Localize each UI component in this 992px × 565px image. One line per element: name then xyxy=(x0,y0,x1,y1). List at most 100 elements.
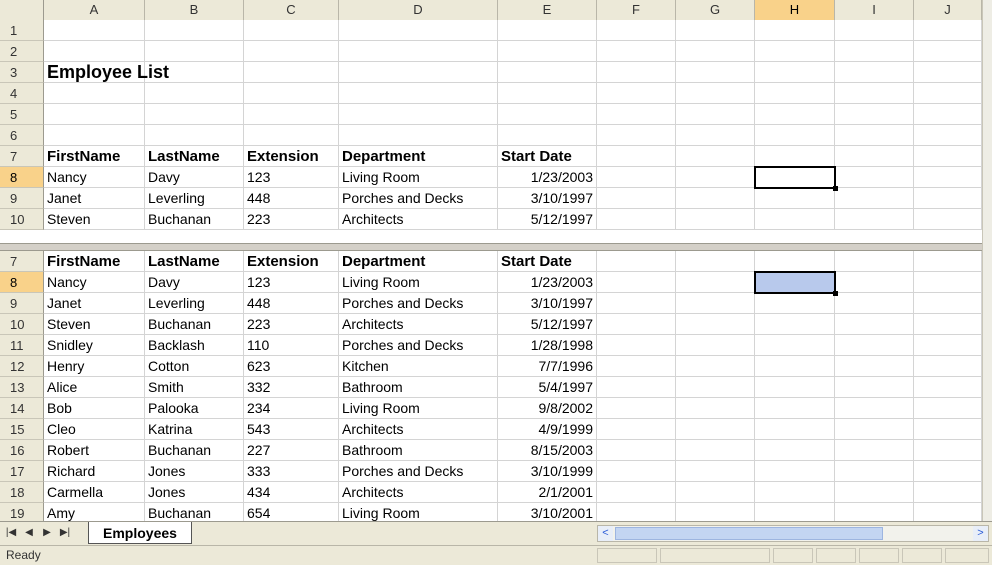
cell-i9[interactable] xyxy=(835,293,914,314)
cell-g5[interactable] xyxy=(676,104,755,125)
row-header[interactable]: 7 xyxy=(0,146,44,167)
column-header-i[interactable]: I xyxy=(835,0,914,20)
cell-c13[interactable]: 332 xyxy=(244,377,339,398)
cell-j9[interactable] xyxy=(914,293,982,314)
cell-g12[interactable] xyxy=(676,356,755,377)
cell-f5[interactable] xyxy=(597,104,676,125)
cell-j10[interactable] xyxy=(914,314,982,335)
cell-d10[interactable]: Architects xyxy=(339,314,498,335)
cell-i11[interactable] xyxy=(835,335,914,356)
cell-c11[interactable]: 110 xyxy=(244,335,339,356)
cell-d8[interactable]: Living Room xyxy=(339,272,498,293)
cell-i3[interactable] xyxy=(835,62,914,83)
cell-g4[interactable] xyxy=(676,83,755,104)
cell-j8[interactable] xyxy=(914,167,982,188)
cell-h6[interactable] xyxy=(755,125,835,146)
cell-j17[interactable] xyxy=(914,461,982,482)
cell-e9[interactable]: 3/10/1997 xyxy=(498,293,597,314)
cell-g16[interactable] xyxy=(676,440,755,461)
cell-d10[interactable]: Architects xyxy=(339,209,498,230)
cell-f10[interactable] xyxy=(597,314,676,335)
cell-e15[interactable]: 4/9/1999 xyxy=(498,419,597,440)
cell-j7[interactable] xyxy=(914,146,982,167)
cell-a10[interactable]: Steven xyxy=(44,209,145,230)
cell-b17[interactable]: Jones xyxy=(145,461,244,482)
cell-f9[interactable] xyxy=(597,188,676,209)
cell-h16[interactable] xyxy=(755,440,835,461)
row-header[interactable]: 2 xyxy=(0,41,44,62)
cell-g7[interactable] xyxy=(676,251,755,272)
cell-h17[interactable] xyxy=(755,461,835,482)
cell-d5[interactable] xyxy=(339,104,498,125)
cell-d16[interactable]: Bathroom xyxy=(339,440,498,461)
cell-g6[interactable] xyxy=(676,125,755,146)
cell-h13[interactable] xyxy=(755,377,835,398)
cell-e10[interactable]: 5/12/1997 xyxy=(498,314,597,335)
cell-c16[interactable]: 227 xyxy=(244,440,339,461)
cell-a1[interactable] xyxy=(44,20,145,41)
cell-i10[interactable] xyxy=(835,314,914,335)
cell-a3[interactable]: Employee List xyxy=(44,62,169,83)
cell-d2[interactable] xyxy=(339,41,498,62)
cell-f13[interactable] xyxy=(597,377,676,398)
cell-b18[interactable]: Jones xyxy=(145,482,244,503)
column-header-g[interactable]: G xyxy=(676,0,755,20)
cell-b9[interactable]: Leverling xyxy=(145,293,244,314)
cell-i12[interactable] xyxy=(835,356,914,377)
row-header[interactable]: 19 xyxy=(0,503,44,521)
column-header-c[interactable]: C xyxy=(244,0,339,20)
cell-i7[interactable] xyxy=(835,251,914,272)
cell-c9[interactable]: 448 xyxy=(244,188,339,209)
cell-j14[interactable] xyxy=(914,398,982,419)
cell-b10[interactable]: Buchanan xyxy=(145,314,244,335)
cell-h9[interactable] xyxy=(755,188,835,209)
cell-f10[interactable] xyxy=(597,209,676,230)
cell-h18[interactable] xyxy=(755,482,835,503)
cell-b14[interactable]: Palooka xyxy=(145,398,244,419)
cell-b11[interactable]: Backlash xyxy=(145,335,244,356)
cell-a5[interactable] xyxy=(44,104,145,125)
cell-g10[interactable] xyxy=(676,314,755,335)
cell-f11[interactable] xyxy=(597,335,676,356)
row-header[interactable]: 18 xyxy=(0,482,44,503)
cell-b4[interactable] xyxy=(145,83,244,104)
cell-d8[interactable]: Living Room xyxy=(339,167,498,188)
cell-f8[interactable] xyxy=(597,167,676,188)
cell-e17[interactable]: 3/10/1999 xyxy=(498,461,597,482)
cell-j6[interactable] xyxy=(914,125,982,146)
cell-i4[interactable] xyxy=(835,83,914,104)
cell-i14[interactable] xyxy=(835,398,914,419)
scroll-left-icon[interactable]: < xyxy=(598,526,613,541)
cell-b7[interactable]: LastName xyxy=(145,251,244,272)
fill-handle[interactable] xyxy=(833,186,838,191)
cell-a18[interactable]: Carmella xyxy=(44,482,145,503)
cell-e1[interactable] xyxy=(498,20,597,41)
cell-j11[interactable] xyxy=(914,335,982,356)
prev-sheet-icon[interactable]: ◀ xyxy=(22,526,36,540)
row-header[interactable]: 1 xyxy=(0,20,44,41)
sheet-tab-employees[interactable]: Employees xyxy=(88,522,192,544)
cell-e2[interactable] xyxy=(498,41,597,62)
cell-c15[interactable]: 543 xyxy=(244,419,339,440)
cell-d7[interactable]: Department xyxy=(339,251,498,272)
column-header-f[interactable]: F xyxy=(597,0,676,20)
cell-h10[interactable] xyxy=(755,209,835,230)
cell-d6[interactable] xyxy=(339,125,498,146)
cell-b1[interactable] xyxy=(145,20,244,41)
cell-g11[interactable] xyxy=(676,335,755,356)
cell-g13[interactable] xyxy=(676,377,755,398)
cell-h9[interactable] xyxy=(755,293,835,314)
cell-f16[interactable] xyxy=(597,440,676,461)
cell-d19[interactable]: Living Room xyxy=(339,503,498,521)
cell-h19[interactable] xyxy=(755,503,835,521)
last-sheet-icon[interactable]: ▶| xyxy=(58,526,72,540)
cell-b12[interactable]: Cotton xyxy=(145,356,244,377)
column-header-j[interactable]: J xyxy=(914,0,982,20)
cell-g9[interactable] xyxy=(676,188,755,209)
cell-i10[interactable] xyxy=(835,209,914,230)
cell-a2[interactable] xyxy=(44,41,145,62)
cell-g19[interactable] xyxy=(676,503,755,521)
horizontal-scrollbar[interactable]: < > xyxy=(597,525,989,542)
cell-d9[interactable]: Porches and Decks xyxy=(339,188,498,209)
cell-f14[interactable] xyxy=(597,398,676,419)
